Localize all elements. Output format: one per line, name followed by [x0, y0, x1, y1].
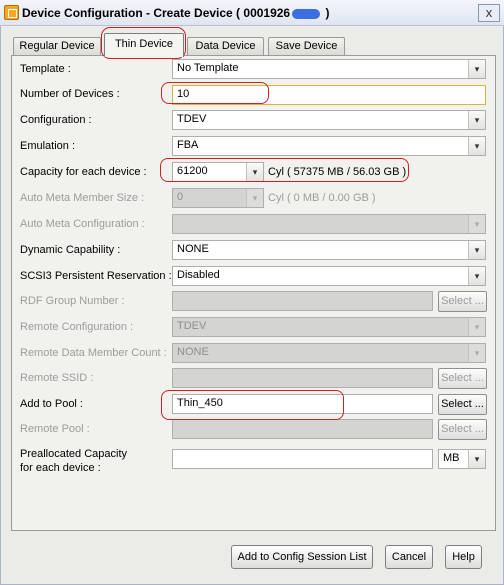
chevron-down-icon: ▾ — [246, 189, 263, 207]
chevron-down-icon[interactable]: ▾ — [468, 111, 485, 129]
scsi3-select[interactable]: Disabled ▾ — [172, 266, 486, 286]
cancel-button[interactable]: Cancel — [385, 545, 433, 569]
remote-data-member-select: NONE ▾ — [172, 343, 486, 363]
remote-config-value: TDEV — [177, 320, 207, 332]
capacity-label: Capacity for each device : — [20, 166, 147, 178]
configuration-select[interactable]: TDEV ▾ — [172, 110, 486, 130]
chevron-down-icon[interactable]: ▾ — [468, 267, 485, 285]
remote-ssid-select-button: Select ... — [438, 368, 487, 389]
auto-meta-size-label: Auto Meta Member Size : — [20, 192, 145, 204]
emulation-select[interactable]: FBA ▾ — [172, 136, 486, 156]
tab-thin-device[interactable]: Thin Device — [104, 33, 184, 57]
prealloc-unit-select[interactable]: MB ▾ — [438, 449, 486, 469]
num-devices-input[interactable]: 10 — [172, 85, 486, 105]
app-icon — [4, 5, 19, 20]
capacity-value: 61200 — [177, 165, 208, 177]
rdf-group-label: RDF Group Number : — [20, 295, 125, 307]
remote-pool-input — [172, 419, 433, 439]
redaction-mark — [292, 8, 321, 19]
tab-data-device[interactable]: Data Device — [187, 37, 264, 55]
template-value: No Template — [177, 62, 239, 74]
scsi3-label: SCSI3 Persistent Reservation : — [20, 270, 172, 282]
scsi3-value: Disabled — [177, 269, 220, 281]
auto-meta-config-select: ▾ — [172, 214, 486, 234]
prealloc-label-line1: Preallocated Capacity — [20, 448, 128, 460]
dynamic-capability-select[interactable]: NONE ▾ — [172, 240, 486, 260]
chevron-down-icon[interactable]: ▾ — [468, 137, 485, 155]
capacity-unit: Cyl ( 57375 MB / 56.03 GB ) — [268, 166, 407, 178]
tab-regular-device[interactable]: Regular Device — [13, 37, 101, 55]
remote-pool-select-button: Select ... — [438, 419, 487, 440]
template-select[interactable]: No Template ▾ — [172, 59, 486, 79]
auto-meta-size-unit: Cyl ( 0 MB / 0.00 GB ) — [268, 192, 376, 204]
title-bar: Device Configuration - Create Device ( 0… — [0, 0, 504, 26]
tab-save-device[interactable]: Save Device — [268, 37, 345, 55]
remote-pool-label: Remote Pool : — [20, 423, 90, 435]
window-title: Device Configuration - Create Device ( 0… — [22, 6, 329, 20]
dynamic-capability-label: Dynamic Capability : — [20, 244, 121, 256]
capacity-combo[interactable]: 61200 ▾ — [172, 162, 264, 182]
remote-data-member-value: NONE — [177, 346, 209, 358]
emulation-value: FBA — [177, 139, 199, 151]
remote-config-select: TDEV ▾ — [172, 317, 486, 337]
remote-config-label: Remote Configuration : — [20, 321, 134, 333]
chevron-down-icon[interactable]: ▾ — [468, 450, 485, 468]
auto-meta-size-value: 0 — [177, 191, 184, 203]
auto-meta-size-combo: 0 ▾ — [172, 188, 264, 208]
help-button[interactable]: Help — [445, 545, 482, 569]
rdf-group-select-button: Select ... — [438, 291, 487, 312]
close-button[interactable]: x — [478, 4, 500, 22]
prealloc-label-line2: for each device : — [20, 462, 101, 474]
rdf-group-input — [172, 291, 433, 311]
num-devices-label: Number of Devices : — [20, 88, 120, 100]
window-title-suffix: ) — [322, 6, 330, 20]
add-to-pool-label: Add to Pool : — [20, 398, 83, 410]
chevron-down-icon[interactable]: ▾ — [468, 241, 485, 259]
auto-meta-config-label: Auto Meta Configuration : — [20, 218, 145, 230]
chevron-down-icon: ▾ — [468, 344, 485, 362]
remote-ssid-input — [172, 368, 433, 388]
add-to-config-session-button[interactable]: Add to Config Session List — [231, 545, 373, 569]
dynamic-capability-value: NONE — [177, 243, 209, 255]
add-to-pool-input[interactable]: Thin_450 — [172, 394, 433, 414]
configuration-value: TDEV — [177, 113, 207, 125]
remote-data-member-label: Remote Data Member Count : — [20, 347, 167, 359]
chevron-down-icon[interactable]: ▾ — [468, 60, 485, 78]
window-title-prefix: Device Configuration - Create Device ( 0… — [22, 6, 291, 20]
prealloc-input[interactable] — [172, 449, 433, 469]
remote-ssid-label: Remote SSID : — [20, 372, 94, 384]
emulation-label: Emulation : — [20, 140, 76, 152]
chevron-down-icon: ▾ — [468, 318, 485, 336]
chevron-down-icon[interactable]: ▾ — [246, 163, 263, 181]
template-label: Template : — [20, 63, 71, 75]
chevron-down-icon: ▾ — [468, 215, 485, 233]
add-to-pool-select-button[interactable]: Select ... — [438, 394, 487, 415]
prealloc-unit-value: MB — [443, 452, 460, 464]
configuration-label: Configuration : — [20, 114, 92, 126]
